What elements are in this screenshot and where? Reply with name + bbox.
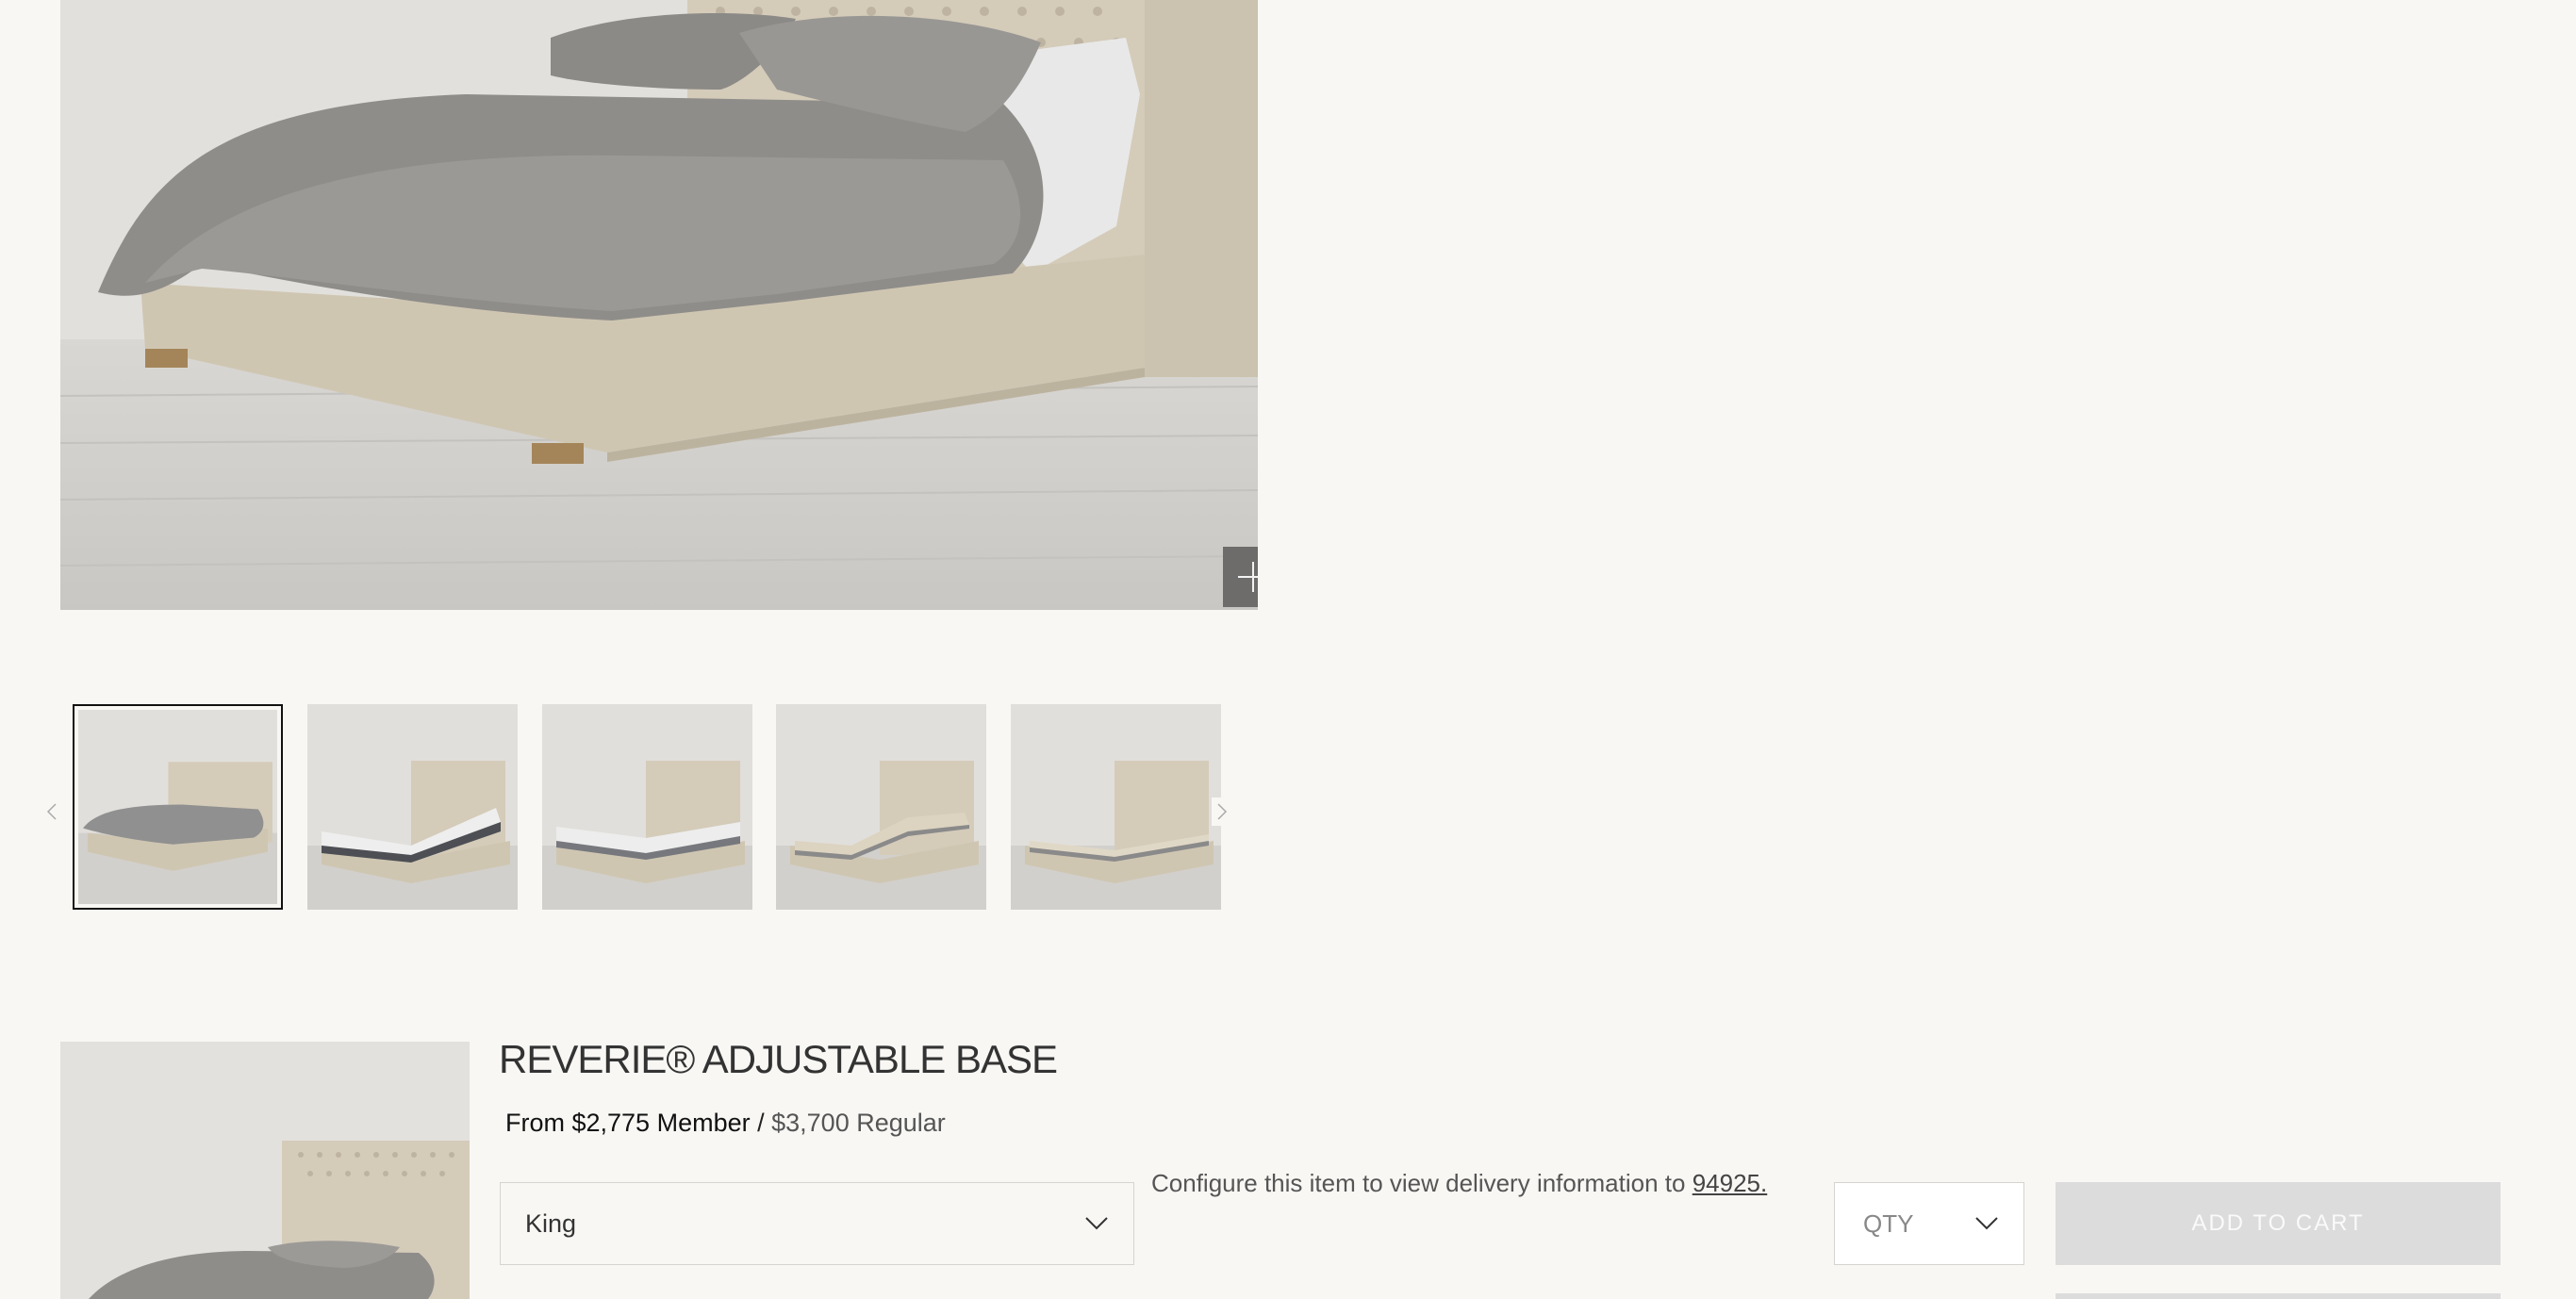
product-image[interactable] (60, 1042, 470, 1299)
plus-icon (1238, 562, 1258, 592)
thumbnail-image (307, 704, 518, 910)
quantity-select[interactable]: QTY (1834, 1182, 2024, 1265)
thumbnail-image (1011, 704, 1221, 910)
chevron-down-icon (1084, 1216, 1109, 1231)
chevron-right-icon (1217, 803, 1228, 820)
bed-photo (60, 0, 1258, 610)
thumbnail-image (776, 704, 986, 910)
thumbnail-3[interactable] (542, 704, 752, 910)
thumbnail-4[interactable] (776, 704, 986, 910)
quantity-label: QTY (1863, 1209, 1914, 1238)
add-to-cart-button[interactable]: ADD TO CART (2056, 1182, 2501, 1265)
chevron-down-icon (1974, 1216, 1999, 1231)
size-select[interactable]: King (500, 1182, 1134, 1265)
chevron-left-icon (46, 803, 57, 820)
thumbnail-image (78, 710, 277, 904)
zoom-button[interactable] (1223, 547, 1258, 607)
thumbnail-1[interactable] (73, 704, 283, 910)
hero-product-image[interactable] (60, 0, 1258, 610)
thumbnail-5[interactable] (1011, 704, 1221, 910)
carousel-next-button[interactable] (1212, 797, 1232, 826)
thumbnail-2[interactable] (307, 704, 518, 910)
delivery-info: Configure this item to view delivery inf… (1151, 1169, 1767, 1198)
delivery-text: Configure this item to view delivery inf… (1151, 1169, 1693, 1197)
carousel-prev-button[interactable] (41, 797, 62, 826)
price-separator: / (750, 1109, 772, 1137)
product-page: REVERIE® ADJUSTABLE BASE From $2,775 Mem… (0, 0, 2576, 1299)
regular-price: $3,700 Regular (771, 1109, 946, 1137)
product-photo (60, 1042, 470, 1299)
product-title: REVERIE® ADJUSTABLE BASE (499, 1037, 1058, 1081)
size-select-value: King (525, 1209, 577, 1238)
price-line: From $2,775 Member / $3,700 Regular (505, 1109, 946, 1138)
thumbnail-image (542, 704, 752, 910)
member-price: From $2,775 Member (505, 1109, 751, 1137)
zip-code-link[interactable]: 94925. (1693, 1169, 1768, 1197)
secondary-button-edge[interactable] (2056, 1293, 2501, 1299)
